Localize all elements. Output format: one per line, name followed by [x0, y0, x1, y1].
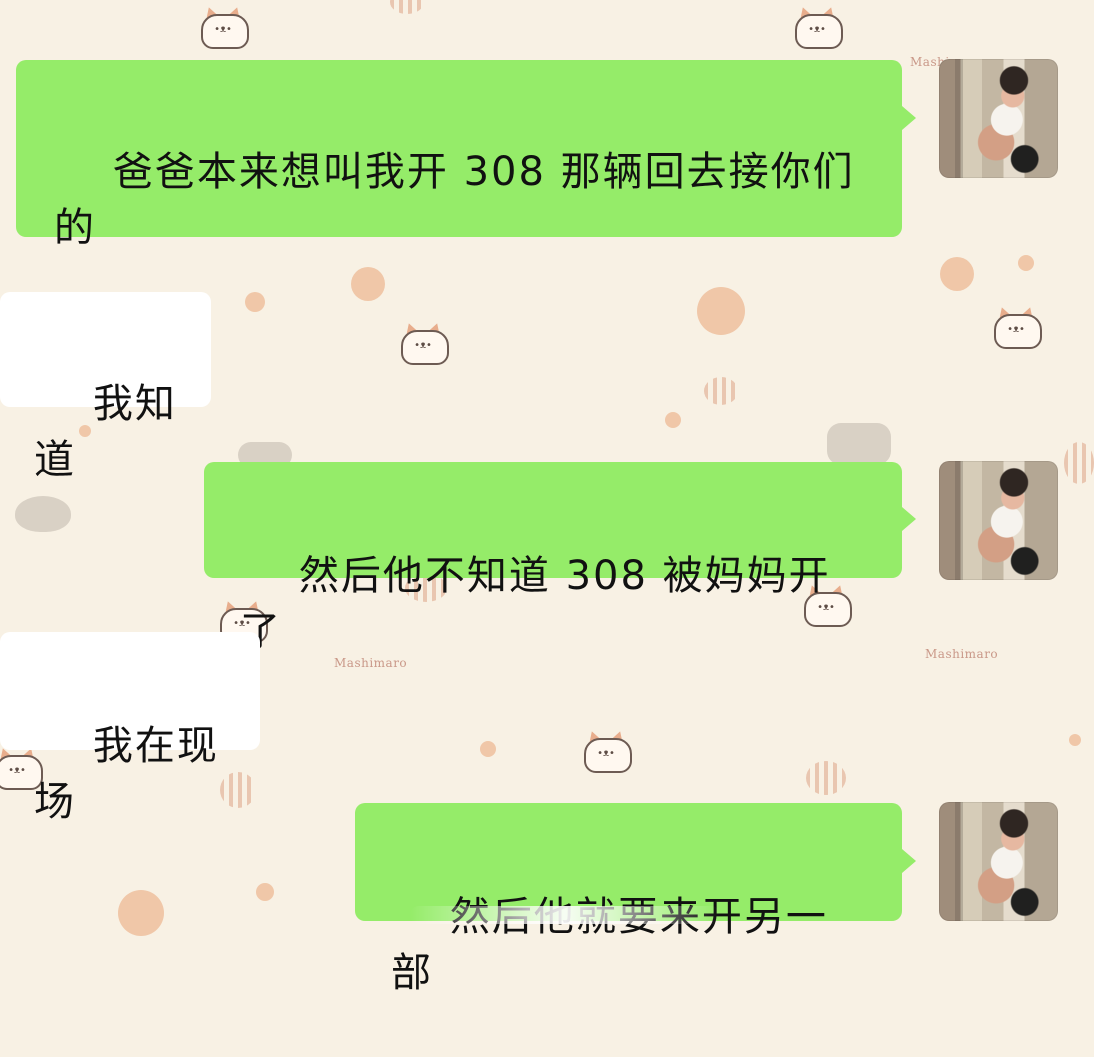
bottom-highlight [410, 906, 720, 924]
chat-bubble-outgoing[interactable]: 然后他不知道 308 被妈妈开了 [204, 462, 902, 655]
wallpaper-dot [665, 412, 681, 428]
message-text: 爸爸本来想叫我开 308 那辆回去接你们的 [54, 149, 855, 251]
chat-bubble-outgoing[interactable]: 然后他就要来开另一部 [355, 803, 902, 996]
chat-bubble-incoming[interactable]: 我知道 [0, 292, 211, 483]
wallpaper-dot [827, 423, 891, 465]
wallpaper-dot [1018, 255, 1034, 271]
wallpaper-dot [118, 890, 164, 936]
wallpaper-scribble: Mashimaro [334, 656, 408, 670]
avatar[interactable] [939, 461, 1058, 580]
cat-sticker: •ᴥ• [991, 304, 1042, 349]
bubble-tail-right [902, 106, 916, 130]
wallpaper-dot [697, 287, 745, 335]
wallpaper-dot [940, 257, 974, 291]
cat-sticker: •ᴥ• [792, 4, 843, 49]
avatar[interactable] [939, 59, 1058, 178]
wallpaper-dot [480, 741, 496, 757]
cat-sticker: •ᴥ• [198, 4, 249, 49]
wallpaper-stripe-circle [390, 0, 424, 14]
wallpaper-stripe-circle [806, 761, 846, 795]
wallpaper-dot [256, 883, 274, 901]
wallpaper-dot [1069, 734, 1081, 746]
cat-sticker: •ᴥ• [581, 728, 632, 773]
wallpaper-scribble: Mashimaro [925, 647, 999, 661]
cat-sticker: •ᴥ• [398, 320, 449, 365]
wallpaper-dot [351, 267, 385, 301]
wallpaper-stripe-circle [220, 772, 256, 808]
avatar[interactable] [939, 802, 1058, 921]
chat-bubble-incoming[interactable]: 我在现场 [0, 632, 260, 825]
bubble-tail-right [902, 849, 916, 873]
bubble-tail-right [902, 507, 916, 531]
wallpaper-stripe-circle [1064, 442, 1094, 484]
wallpaper-stripe-circle [704, 377, 738, 405]
chat-bubble-outgoing[interactable]: 爸爸本来想叫我开 308 那辆回去接你们的 [16, 60, 902, 251]
wallpaper-dot [245, 292, 265, 312]
